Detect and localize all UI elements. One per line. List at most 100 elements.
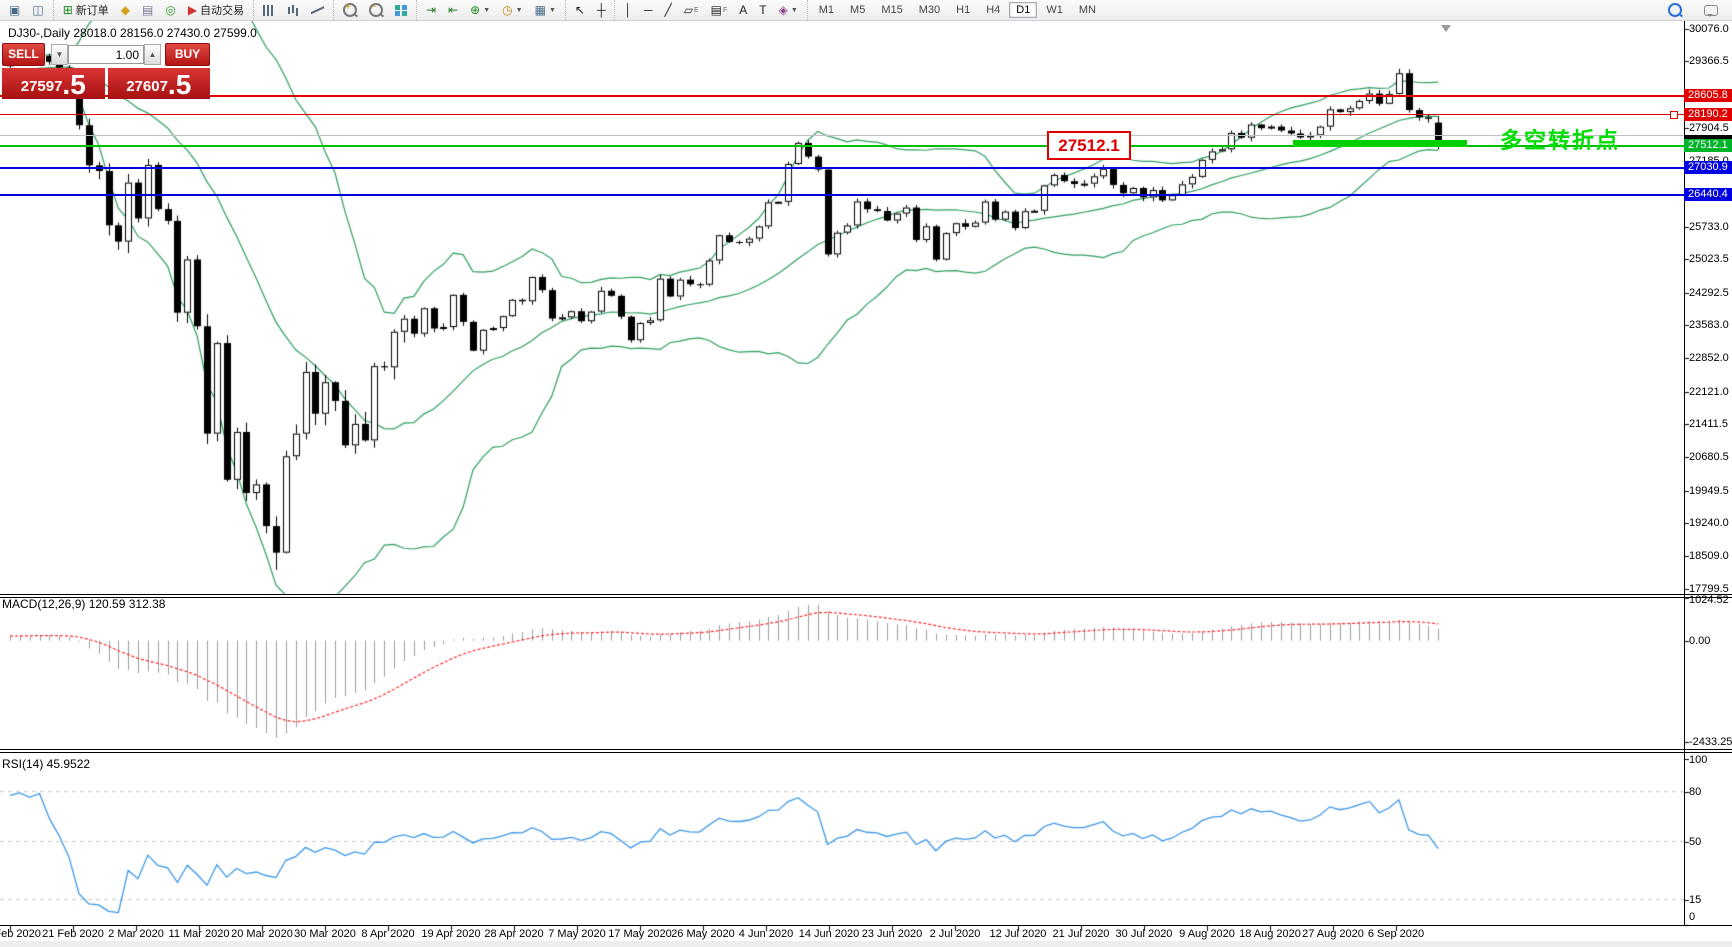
chart-canvas[interactable] [0,0,1732,947]
text-label-icon-glyph: T [759,4,766,16]
timeframe-d1[interactable]: D1 [1009,2,1037,18]
timeframe-m30[interactable]: M30 [912,2,947,18]
date-axis-label: 30 Mar 2020 [289,928,361,940]
price-axis-tick: 22852.0 [1689,352,1731,364]
horizontal-line-icon-glyph: ─ [644,4,653,16]
rsi-axis-tick: 15 [1689,894,1731,906]
line-endpoint-marker[interactable] [1670,111,1678,119]
pane-separator[interactable] [0,749,1732,750]
price-axis-tick: 23583.0 [1689,319,1731,331]
timeframe-h1[interactable]: H1 [949,2,977,18]
period-icon[interactable]: ◷▼ [497,1,527,20]
chart-profiles-icon[interactable]: ◫ [27,1,48,20]
toolbar: ▣◫⊞新订单◆▤◎▶自动交易⇥⇤⊕▼◷▼▦▼↖┼│─╱▱E▤FAT◈▼ M1M5… [0,0,1732,21]
new-chart-icon[interactable]: ▣ [4,1,25,20]
search-icon[interactable] [1663,1,1687,20]
signals-icon[interactable]: ◎ [160,1,180,20]
horizontal-line-icon[interactable]: ─ [639,1,658,20]
buy-price[interactable]: 27607.5 [108,68,211,99]
price-axis-tick: 30076.0 [1689,23,1731,35]
price-level-label[interactable]: 27512.1 [1047,131,1131,160]
terminal-icon-glyph: ▤ [142,4,153,16]
date-axis-label: 21 Feb 2020 [37,928,109,940]
horizontal-line-28190.2[interactable] [0,114,1684,115]
cursor-icon[interactable]: ↖ [570,1,590,20]
dropdown-caret-icon: ▼ [483,7,490,14]
horizontal-line-26440.4[interactable] [0,194,1684,196]
candlestick-chart-icon[interactable] [282,1,304,20]
price-badge: 28190.2 [1684,108,1732,121]
template-icon[interactable]: ▦▼ [530,1,561,20]
timeframe-m1[interactable]: M1 [812,2,841,18]
timeframe-mn[interactable]: MN [1072,2,1103,18]
volume-input[interactable] [68,45,144,64]
autotrading-button[interactable]: ▶自动交易 [183,1,249,20]
market-depth-icon[interactable]: ◆ [116,1,135,20]
tile-windows-icon[interactable] [390,1,412,20]
period-icon-glyph: ◷ [502,4,512,16]
chart-shift-marker [1441,25,1451,32]
horizontal-line-27725[interactable] [0,135,1684,136]
vertical-line-icon[interactable]: │ [619,1,637,20]
text-icon-glyph: A [739,4,747,16]
chart-shift-icon[interactable]: ⇤ [443,1,463,20]
new-order-button[interactable]: ⊞新订单 [58,1,114,20]
date-axis-label: 21 Jul 2020 [1045,928,1117,940]
timeframe-m15[interactable]: M15 [874,2,909,18]
trendline-icon[interactable]: ╱ [659,1,676,20]
timeframe-h4[interactable]: H4 [979,2,1007,18]
annotation-text[interactable]: 多空转折点 [1500,123,1620,155]
cursor-icon-glyph: ↖ [575,4,585,16]
auto-scroll-icon[interactable]: ⇥ [421,1,441,20]
pane-separator[interactable] [0,597,1732,598]
arrows-icon[interactable]: ◈▼ [774,1,803,20]
zoom-out-icon[interactable] [364,1,388,20]
zoom-in-icon[interactable] [338,1,362,20]
volume-up-button[interactable]: ▲ [144,44,161,65]
sell-price[interactable]: 27597.5 [2,68,105,99]
fibonacci-icon[interactable]: ▤F [706,1,733,20]
search-lens-icon [1668,3,1682,17]
chat-bubble-icon [1704,5,1718,16]
toolbar-group: ⊞新订单 ◆ ▤ ◎▶自动交易 [53,0,253,20]
crosshair-icon[interactable]: ┼ [592,1,611,20]
rsi-axis-tick: 100 [1689,754,1731,766]
timeframe-m5[interactable]: M5 [843,2,872,18]
price-badge: 27030.9 [1684,161,1732,174]
price-axis-tick: 20680.5 [1689,451,1731,463]
text-label-icon[interactable]: T [754,1,771,20]
pane-separator[interactable] [0,594,1732,595]
buy-price-main: 27607 [126,76,168,98]
chat-icon[interactable] [1699,1,1723,20]
text-icon[interactable]: A [734,1,752,20]
date-axis-label: 7 May 2020 [541,928,613,940]
line-chart-icon[interactable] [306,1,329,20]
market-depth-icon-glyph: ◆ [121,4,130,16]
price-axis-tick: 17799.5 [1689,583,1731,595]
add-indicator-icon[interactable]: ⊕▼ [465,1,495,20]
equidistant-channel-icon-glyph: ▱ [684,4,693,16]
buy-button[interactable]: BUY [165,43,210,66]
fibonacci-icon-glyph: ▤ [711,4,722,16]
price-axis-tick: 18509.0 [1689,550,1731,562]
sell-price-main: 27597 [21,76,63,98]
price-axis-tick: 22121.0 [1689,386,1731,398]
one-click-trading-panel: SELL ▼ ▲ BUY 27597.5 27607.5 [2,43,210,99]
macd-label: MACD(12,26,9) 120.59 312.38 [2,597,165,611]
price-axis-tick: 19240.0 [1689,517,1731,529]
arrows-icon-glyph: ◈ [779,4,788,16]
date-axis-label: 17 May 2020 [604,928,676,940]
terminal-icon[interactable]: ▤ [137,1,158,20]
date-axis-label: 8 Apr 2020 [352,928,424,940]
timeframe-w1[interactable]: W1 [1039,2,1070,18]
price-axis-tick: 25023.5 [1689,253,1731,265]
horizontal-line-28605.8[interactable] [0,95,1684,97]
pane-separator[interactable] [0,752,1732,753]
equidistant-channel-icon[interactable]: ▱E [679,1,704,20]
support-zone-rectangle[interactable] [1293,140,1467,147]
bar-chart-icon[interactable] [258,1,280,20]
horizontal-line-27030.9[interactable] [0,167,1684,169]
sell-button[interactable]: SELL [2,43,45,66]
date-axis-label: 26 May 2020 [667,928,739,940]
volume-down-button[interactable]: ▼ [51,44,68,65]
